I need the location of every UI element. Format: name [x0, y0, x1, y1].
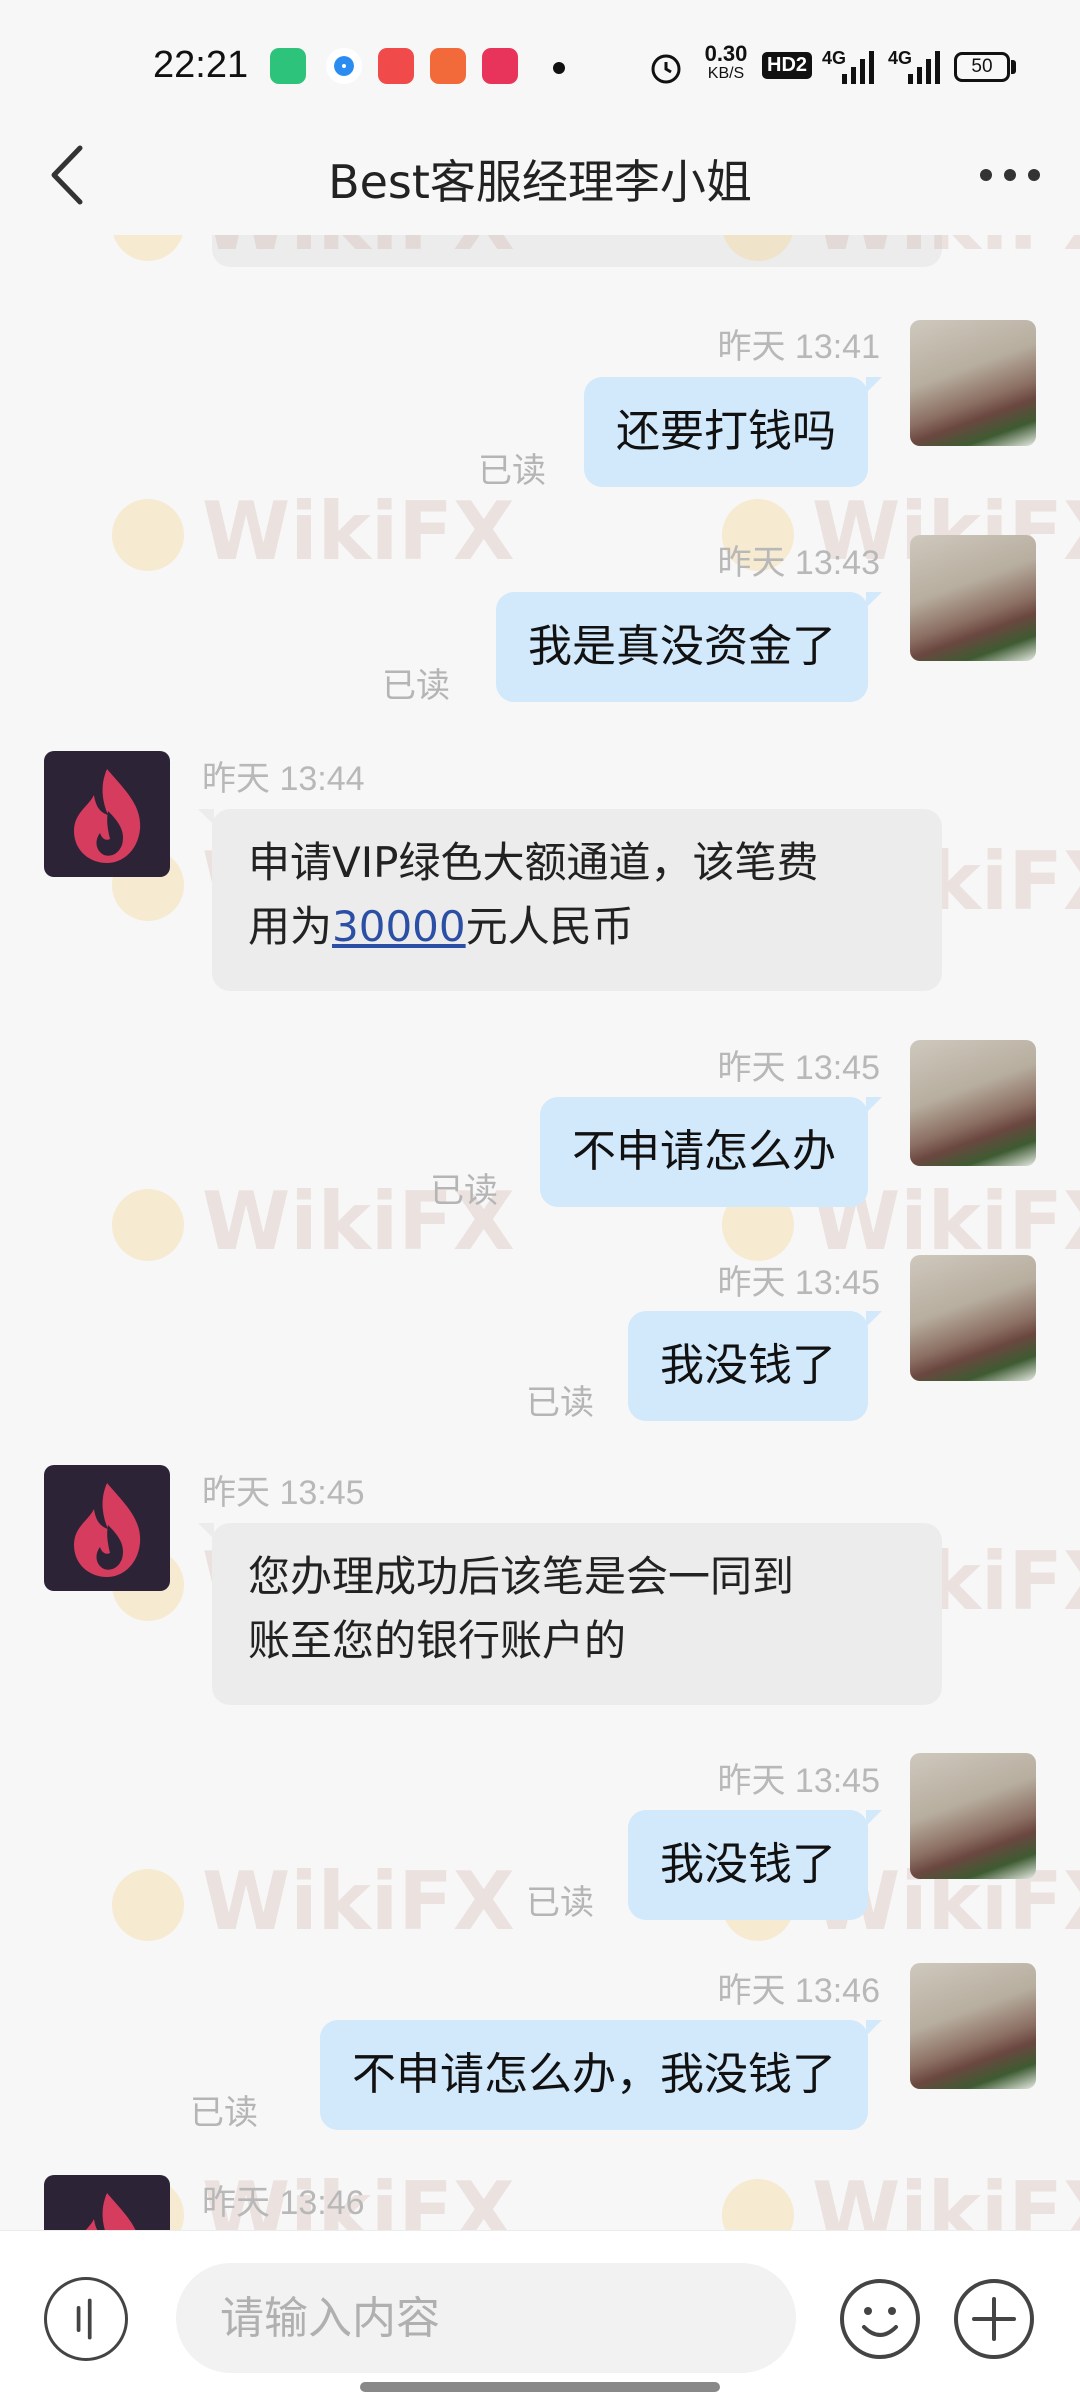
message-line: 用为30000元人民币: [248, 902, 634, 951]
my-message-bubble[interactable]: 我是真没资金了: [496, 592, 882, 702]
chat-screen: 22:21 0.30 KB/S HD2 4G 4G 50 Best客服经理李小姐…: [0, 0, 1080, 2400]
read-receipt: 已读: [526, 1883, 594, 1923]
watermark: WikiFX: [112, 1855, 515, 1948]
message-timestamp: 昨天 13:45: [717, 1264, 880, 1302]
app-green-icon: [270, 48, 306, 84]
message-timestamp: 昨天 13:41: [717, 328, 880, 366]
my-avatar[interactable]: [910, 1963, 1036, 2089]
my-message-bubble[interactable]: 不申请怎么办: [540, 1097, 882, 1207]
status-bar: 22:21 0.30 KB/S HD2 4G 4G 50: [0, 0, 1080, 120]
signal-icon-2: [908, 51, 940, 84]
battery-level: 50: [971, 56, 993, 77]
signal-icon: [842, 51, 874, 84]
agent-avatar[interactable]: [44, 751, 170, 877]
title-bar: Best客服经理李小姐: [0, 120, 1080, 235]
app-red-icon: [378, 48, 414, 84]
message-timestamp: 昨天 13:44: [202, 760, 365, 798]
battery-icon: 50: [954, 52, 1010, 82]
watermark: WikiFX: [112, 485, 515, 578]
voice-input-icon[interactable]: [44, 2277, 128, 2361]
agent-message-bubble[interactable]: 您办理成功后该笔是会一同到 账至您的银行账户的: [198, 1523, 942, 1705]
message-timestamp: 昨天 13:43: [717, 544, 880, 582]
message-line: 账至您的银行账户的: [248, 1616, 627, 1665]
home-indicator[interactable]: [360, 2382, 720, 2392]
flame-logo-icon: [85, 2193, 136, 2230]
message-timestamp: 昨天 13:46: [202, 2184, 365, 2222]
status-time: 22:21: [153, 44, 249, 86]
music-icon: [430, 48, 466, 84]
message-line: 申请VIP绿色大额通道，该笔费: [248, 838, 819, 887]
partial-message-bubble: [212, 235, 942, 267]
read-receipt: 已读: [478, 451, 546, 491]
my-avatar[interactable]: [910, 535, 1036, 661]
read-receipt: 已读: [190, 2093, 258, 2133]
message-input[interactable]: [176, 2263, 796, 2373]
read-receipt: 已读: [382, 666, 450, 706]
add-attachment-icon[interactable]: [952, 2277, 1036, 2361]
app-blue-icon: [326, 48, 362, 84]
agent-message-bubble[interactable]: 申请VIP绿色大额通道，该笔费 用为30000元人民币: [198, 809, 942, 991]
more-options-icon[interactable]: [974, 150, 1046, 200]
message-input-bar: [0, 2230, 1080, 2400]
read-receipt: 已读: [526, 1383, 594, 1423]
back-arrow-icon[interactable]: [40, 140, 100, 210]
message-timestamp: 昨天 13:45: [717, 1049, 880, 1087]
read-receipt: 已读: [430, 1171, 498, 1211]
flame-logo-icon: [74, 769, 141, 863]
message-line: 您办理成功后该笔是会一同到: [248, 1552, 795, 1601]
my-avatar[interactable]: [910, 1753, 1036, 1879]
my-message-bubble[interactable]: 还要打钱吗: [584, 377, 882, 487]
net-speed: 0.30 KB/S: [704, 41, 748, 83]
my-message-bubble[interactable]: 不申请怎么办，我没钱了: [320, 2020, 882, 2130]
my-avatar[interactable]: [910, 1040, 1036, 1166]
notification-dot-icon: [553, 62, 565, 74]
message-timestamp: 昨天 13:45: [202, 1474, 365, 1512]
amount-link[interactable]: 30000: [332, 902, 466, 951]
agent-avatar[interactable]: [44, 1465, 170, 1591]
message-timestamp: 昨天 13:45: [717, 1762, 880, 1800]
alarm-icon: [651, 54, 681, 84]
flame-logo-icon: [74, 1483, 141, 1577]
agent-avatar[interactable]: [44, 2175, 170, 2230]
page-title: Best客服经理李小姐: [328, 155, 752, 209]
video-icon: [482, 48, 518, 84]
my-avatar[interactable]: [910, 1255, 1036, 1381]
message-timestamp: 昨天 13:46: [717, 1972, 880, 2010]
my-message-bubble[interactable]: 我没钱了: [628, 1311, 882, 1421]
my-message-bubble[interactable]: 我没钱了: [628, 1810, 882, 1920]
battery-tip: [1011, 60, 1016, 74]
emoji-icon[interactable]: [838, 2277, 922, 2361]
chat-message-list[interactable]: WikiFX WikiFX WikiFX WikiFX WikiFX WikiF…: [0, 235, 1080, 2230]
hd-badge: HD2: [762, 52, 813, 79]
my-avatar[interactable]: [910, 320, 1036, 446]
watermark: WikiFX: [722, 2165, 1080, 2230]
